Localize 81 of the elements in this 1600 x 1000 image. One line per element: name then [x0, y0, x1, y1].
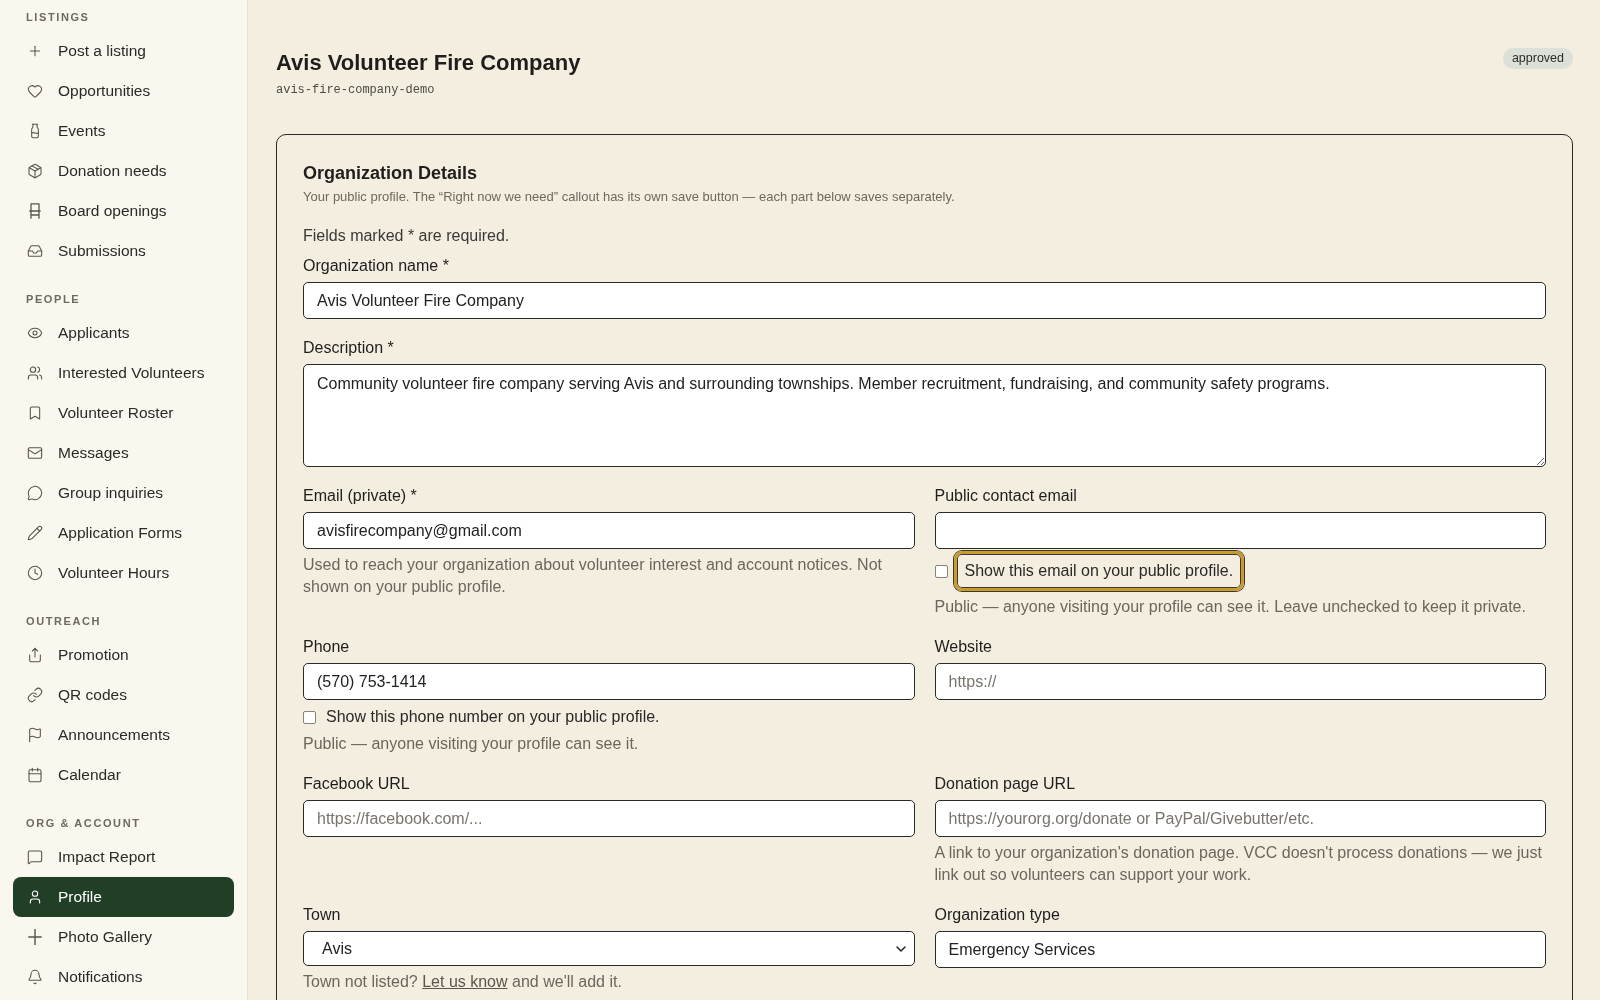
checkbox[interactable]: [934, 564, 948, 578]
input-field[interactable]: (570) 753-1414: [303, 663, 915, 700]
speech-bubble-icon: [27, 849, 43, 865]
sidebar-item[interactable]: Events: [13, 111, 234, 151]
sidebar-item[interactable]: QR codes: [13, 675, 234, 715]
org-slug: avis-fire-company-demo: [276, 82, 436, 98]
sidebar-item[interactable]: Opportunities: [13, 71, 234, 111]
input-field[interactable]: https://facebook.com/...: [303, 800, 915, 837]
help-link[interactable]: Let us know: [422, 973, 508, 990]
input-field[interactable]: Emergency Services: [934, 931, 1546, 968]
sidebar-item[interactable]: Volunteer Roster: [13, 393, 234, 433]
field-label: Email (private) *: [303, 486, 418, 506]
pencil-icon: [27, 525, 43, 541]
checkbox[interactable]: [303, 710, 316, 724]
sidebar-item[interactable]: Messages: [13, 433, 234, 473]
bell-icon: [27, 969, 43, 985]
chair-icon: [27, 203, 43, 219]
eye-icon: [27, 325, 43, 341]
section-title: Organization Details: [303, 162, 479, 184]
checkbox-label[interactable]: Show this phone number on your public profile.: [326, 706, 660, 728]
section-heading: OUTREACH: [25, 614, 103, 629]
field-label: Facebook URL: [303, 774, 411, 794]
field-label: Public contact email: [934, 486, 1078, 506]
section-description: Your public profile. The “Right now we need” callout has its own save button — each part below saves separately.: [303, 188, 956, 206]
input-field[interactable]: https://: [934, 663, 1546, 700]
sidebar-item[interactable]: Promotion: [13, 635, 234, 675]
dropdown-select[interactable]: Avis: [303, 931, 915, 966]
input-field[interactable]: [934, 512, 1546, 549]
user-icon: [27, 889, 43, 905]
page-title: Avis Volunteer Fire Company: [276, 49, 581, 77]
sidebar-item[interactable]: Notifications: [13, 957, 234, 997]
help-text: Public — anyone visiting your profile can see it. Leave unchecked to keep it private.: [934, 597, 1527, 617]
field-label: Phone: [303, 637, 351, 657]
field-label: Donation page URL: [934, 774, 1077, 794]
upload-icon: [27, 647, 43, 663]
field-label: Organization name *: [303, 256, 450, 276]
section-heading: LISTINGS: [25, 10, 91, 25]
sidebar-item[interactable]: Profile: [13, 877, 234, 917]
help-text: Used to reach your organization about volunteer interest and account notices. Not shown on your public profile.: [303, 555, 883, 597]
box-icon: [27, 163, 43, 179]
clock-icon: [27, 565, 43, 581]
sidebar-item[interactable]: Volunteer Hours: [13, 553, 234, 593]
required-note: Fields marked * are required.: [303, 226, 511, 246]
sidebar-item[interactable]: Application Forms: [13, 513, 234, 553]
input-field[interactable]: https://yourorg.org/donate or PayPal/Givebutter/etc.: [934, 800, 1546, 837]
sidebar-item[interactable]: Announcements: [13, 715, 234, 755]
plus-icon: [27, 43, 43, 59]
field-label: Description *: [303, 338, 395, 358]
cross-icon: [27, 929, 43, 945]
flag-icon: [27, 727, 43, 743]
sidebar-item[interactable]: Photo Gallery: [13, 917, 234, 957]
calendar-icon: [27, 767, 43, 783]
heart-icon: [27, 83, 43, 99]
text-area[interactable]: Community volunteer fire company serving Avis and surrounding townships. Member recruitment, fundraising, and community safety programs.: [303, 364, 1546, 467]
section-heading: PEOPLE: [25, 292, 82, 307]
input-field[interactable]: avisfirecompany@gmail.com: [303, 512, 915, 549]
input-field[interactable]: Avis Volunteer Fire Company: [303, 282, 1546, 319]
sidebar-item[interactable]: Post a listing: [13, 31, 234, 71]
sidebar-item[interactable]: Impact Report: [13, 837, 234, 877]
help-text: A link to your organization's donation page. VCC doesn't process donations — we just link out so volunteers can support your work.: [934, 843, 1543, 885]
people-icon: [27, 365, 43, 381]
sidebar-item[interactable]: Board openings: [13, 191, 234, 231]
help-text: Town not listed? Let us know and we'll add it.: [303, 972, 623, 992]
sidebar-item[interactable]: Interested Volunteers: [13, 353, 234, 393]
status-badge: approved: [1502, 48, 1573, 69]
sidebar-item[interactable]: Calendar: [13, 755, 234, 795]
bookmark-icon: [27, 405, 43, 421]
sidebar-item[interactable]: Submissions: [13, 231, 234, 271]
checkbox-label[interactable]: Show this email on your public profile.: [953, 551, 1245, 591]
field-label: Town: [303, 905, 342, 925]
help-text: Public — anyone visiting your profile can see it.: [303, 734, 640, 754]
sidebar-item[interactable]: Applicants: [13, 313, 234, 353]
field-label: Organization type: [934, 905, 1061, 925]
chat-bubble-icon: [27, 485, 43, 501]
mail-icon: [27, 445, 43, 461]
field-label: Website: [934, 637, 993, 657]
link-icon: [27, 687, 43, 703]
section-heading: ORG & ACCOUNT: [25, 816, 142, 831]
sidebar-item[interactable]: Group inquiries: [13, 473, 234, 513]
inbox-icon: [27, 243, 43, 259]
sidebar-item[interactable]: Donation needs: [13, 151, 234, 191]
